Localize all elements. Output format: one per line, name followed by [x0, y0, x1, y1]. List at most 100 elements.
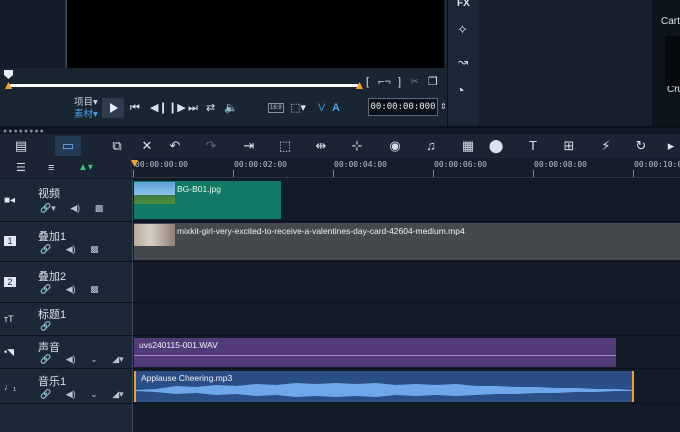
video-clip[interactable]: BG-B01.jpg	[134, 181, 281, 219]
timeline-ruler[interactable]: ☰ ≡ ▲▾ 00:00:00:00 00:00:02:00 00:00:04:…	[0, 158, 680, 178]
loop-icon[interactable]: ↻	[628, 136, 654, 156]
multicam-icon[interactable]: ⬤	[483, 136, 509, 156]
clip-thumbnail	[134, 224, 175, 246]
marker-icon[interactable]: ▲▾	[78, 162, 93, 174]
splitter[interactable]	[0, 126, 680, 128]
timeline-view-icon[interactable]: ▭	[55, 136, 81, 156]
mute-icon[interactable]: ◀)	[66, 354, 76, 365]
overlay-icon: 1	[4, 236, 16, 246]
track-header-voice[interactable]: •◥ 声音 🔗 ◀) ⌄ ◢▾	[0, 336, 133, 369]
track-name: 叠加1	[38, 231, 67, 243]
track-header-empty	[0, 404, 133, 432]
volume-icon[interactable]: 🔈	[224, 102, 238, 114]
track-lane-voice[interactable]: uvs240115-001.WAV	[133, 336, 680, 369]
track-header-overlay1[interactable]: 1 叠加1 🔗 ◀) ▩	[0, 222, 133, 262]
play-mode-selector[interactable]: 项目▾ 素材▾	[74, 97, 98, 121]
library-item-label-top[interactable]: Carte	[661, 16, 680, 27]
clip-properties-icon[interactable]: ⧉	[104, 136, 130, 156]
v-toggle[interactable]: V	[318, 102, 325, 114]
track-header-music1[interactable]: ♩₁ 音乐1 🔗 ◀) ⌄ ◢▾	[0, 369, 133, 404]
overlay-clip[interactable]: mixkit-girl-very-excited-to-receive-a-va…	[134, 223, 680, 260]
track-lane-overlay2[interactable]	[133, 262, 680, 303]
track-header-title1[interactable]: ᴛT 标题1 🔗	[0, 303, 133, 336]
grid-icon[interactable]: ▩	[90, 284, 99, 295]
library-thumbnail[interactable]	[665, 36, 680, 86]
audio-level-line	[134, 355, 616, 356]
track-lane-video[interactable]: BG-B01.jpg	[133, 179, 680, 222]
redo-icon[interactable]: ↷	[198, 136, 224, 156]
storyboard-view-icon[interactable]: ▤	[8, 136, 34, 156]
video-editor-window: [ ⌐¬ ] ✂ ❐ 项目▾ 素材▾ ⏮ ◀❙ ❙▶ ⏭ ⇄ 🔈 16:9 ⬚▾…	[0, 0, 680, 432]
film-strip-icon[interactable]: ▦	[455, 136, 481, 156]
ruler-tick-label: 00:00:04:00	[334, 160, 387, 169]
link-icon[interactable]: 🔗	[40, 389, 51, 400]
link-icon[interactable]: 🔗	[40, 244, 51, 255]
link-icon[interactable]: 🔗	[40, 321, 51, 332]
voice-clip[interactable]: uvs240115-001.WAV	[134, 338, 616, 367]
split-bracket-icon[interactable]: ⌐¬	[378, 76, 391, 88]
project-mode-label[interactable]: 项目▾	[74, 97, 98, 109]
collapse-icon[interactable]: ⌄	[90, 354, 98, 365]
mute-icon[interactable]: ◀)	[70, 203, 80, 214]
tools-icon[interactable]: ✕	[134, 136, 160, 156]
preview-side-strip	[0, 0, 66, 68]
motion-icon[interactable]: ⚡	[593, 136, 619, 156]
mute-icon[interactable]: ◀)	[66, 244, 76, 255]
scrubber-handle[interactable]	[4, 70, 13, 79]
crop-icon[interactable]: ⬚▾	[290, 102, 306, 114]
ruler-tick-label: 00:00:02:00	[234, 160, 287, 169]
track-controls: 🔗	[40, 321, 63, 332]
magic-wand-icon[interactable]: ✧	[457, 23, 468, 36]
grid-icon[interactable]: ▩	[90, 244, 99, 255]
scrub-bar[interactable]	[8, 84, 361, 87]
mute-icon[interactable]: ◀)	[66, 389, 76, 400]
collapse-icon[interactable]: ⌄	[90, 389, 98, 400]
split-screen-icon[interactable]: ⊞	[556, 136, 582, 156]
previous-frame-icon[interactable]: ◀❙	[150, 102, 168, 114]
record-icon[interactable]: ◉	[382, 136, 408, 156]
split-icon[interactable]: ⊹	[344, 136, 370, 156]
link-icon[interactable]: 🔗	[40, 284, 51, 295]
aspect-ratio-badge[interactable]: 16:9	[268, 103, 284, 113]
go-to-end-icon[interactable]: ⏭	[188, 102, 198, 114]
clip-mode-label[interactable]: 素材▾	[74, 109, 98, 121]
track-manager-icon[interactable]: ☰	[16, 162, 26, 174]
play-button[interactable]	[102, 98, 124, 118]
volume-envelope-icon[interactable]: ◢▾	[112, 354, 123, 365]
fx-label[interactable]: FX	[457, 0, 470, 9]
next-frame-icon[interactable]: ❙▶	[168, 102, 186, 114]
track-name: 标题1	[38, 309, 67, 321]
link-icon[interactable]: 🔗▾	[40, 203, 56, 214]
ripple-icon[interactable]: ⇹	[308, 136, 334, 156]
add-track-icon[interactable]: ≡	[48, 162, 54, 174]
path-icon[interactable]: ↝	[458, 56, 468, 68]
track-lane-title1[interactable]	[133, 303, 680, 336]
more-icon[interactable]: ▸	[658, 136, 680, 156]
go-to-start-icon[interactable]: ⏮	[130, 102, 140, 114]
scissors-icon[interactable]: ✂	[410, 76, 419, 88]
timecode-spin-icon[interactable]: ⇕	[440, 101, 447, 113]
track-controls: 🔗 ◀) ⌄ ◢▾	[40, 354, 136, 365]
track-header-video[interactable]: ■◂ 视频 🔗▾ ◀) ▩	[0, 179, 133, 222]
track-lane-overlay1[interactable]: mixkit-girl-very-excited-to-receive-a-va…	[133, 222, 680, 262]
audio-mixer-icon[interactable]: ♫	[418, 136, 444, 156]
mark-in-icon[interactable]: [	[366, 76, 369, 88]
mute-icon[interactable]: ◀)	[66, 284, 76, 295]
music-clip[interactable]: Applause Cheering.mp3	[134, 371, 634, 402]
snapshot-icon[interactable]: ❐	[428, 76, 438, 88]
mark-out-icon[interactable]: ]	[398, 76, 401, 88]
link-icon[interactable]: 🔗	[40, 354, 51, 365]
speed-gauge-icon[interactable]: ◔	[456, 83, 464, 97]
undo-icon[interactable]: ↶	[162, 136, 188, 156]
a-toggle[interactable]: A	[332, 102, 340, 114]
ruler-tick	[133, 170, 134, 177]
fit-window-icon[interactable]: ⬚	[272, 136, 298, 156]
grid-icon[interactable]: ▩	[95, 203, 104, 214]
timecode-display[interactable]: 00:00:00:000	[368, 98, 438, 116]
volume-envelope-icon[interactable]: ◢▾	[112, 389, 123, 400]
track-header-overlay2[interactable]: 2 叠加2 🔗 ◀) ▩	[0, 262, 133, 303]
title-tool-icon[interactable]: T	[520, 136, 546, 156]
repeat-icon[interactable]: ⇄	[206, 102, 215, 114]
fit-timeline-icon[interactable]: ⇥	[236, 136, 262, 156]
track-lane-music1[interactable]: Applause Cheering.mp3	[133, 369, 680, 404]
